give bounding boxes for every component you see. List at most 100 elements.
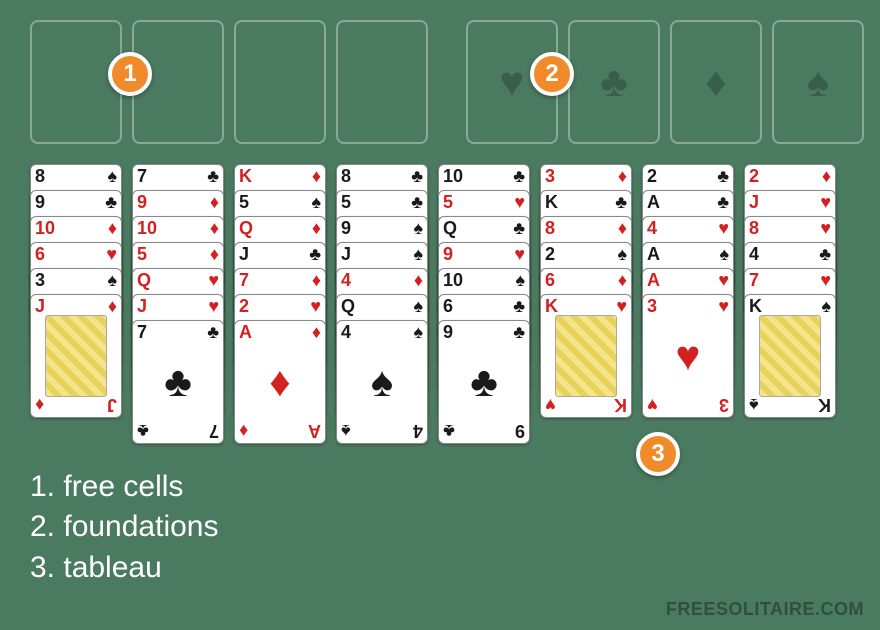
card[interactable]: K♥K♥	[540, 294, 632, 418]
card-suit-icon: ♦	[108, 297, 117, 315]
card-center-pip: ♠	[347, 351, 417, 413]
card-rank: K	[545, 193, 565, 211]
card-rank: 9	[443, 245, 463, 263]
card-rank: 4	[403, 420, 423, 441]
card-suit-icon: ♠	[341, 420, 351, 441]
card-rank: 8	[749, 219, 769, 237]
card-rank: A	[647, 245, 667, 263]
card-rank: 10	[443, 271, 463, 289]
annotation-badge: 3	[636, 432, 680, 476]
card-suit-icon: ♦	[239, 420, 248, 441]
card-suit-icon: ♥	[514, 193, 525, 211]
card-rank: 3	[709, 394, 729, 415]
card-suit-icon: ♥	[106, 245, 117, 263]
card-suit-icon: ♥	[208, 271, 219, 289]
card[interactable]: K♠K♠	[744, 294, 836, 418]
card-rank: Q	[239, 219, 259, 237]
card-suit-icon: ♥	[718, 271, 729, 289]
card-rank: 6	[35, 245, 55, 263]
card-center-pip: ♦	[245, 351, 315, 413]
card-rank: A	[301, 420, 321, 441]
card-rank: Q	[443, 219, 463, 237]
card-suit-icon: ♥	[310, 297, 321, 315]
card-suit-icon: ♣	[717, 193, 729, 211]
card-rank: 5	[137, 245, 157, 263]
card-rank: 9	[35, 193, 55, 211]
legend-item: 2. foundations	[30, 507, 218, 548]
card-suit-icon: ♣	[309, 245, 321, 263]
card-suit-icon: ♠	[311, 193, 321, 211]
card-suit-icon: ♥	[647, 394, 658, 415]
card-center-pip: ♣	[143, 351, 213, 413]
face-card-art	[45, 315, 107, 397]
watermark: FREESOLITAIRE.COM	[666, 599, 864, 620]
card-rank: 9	[137, 193, 157, 211]
card-rank: J	[35, 297, 55, 315]
card-rank: K	[545, 297, 565, 315]
card-suit-icon: ♦	[210, 193, 219, 211]
card-rank: J	[137, 297, 157, 315]
card-suit-icon: ♣	[513, 167, 525, 185]
card[interactable]: 4♠♠4♠	[336, 320, 428, 444]
card[interactable]: 7♣♣7♣	[132, 320, 224, 444]
card-rank: Q	[341, 297, 361, 315]
annotation-badge: 1	[108, 52, 152, 96]
top-row: ♥ ♣ ♦ ♠	[30, 20, 864, 144]
card-suit-icon: ♥	[545, 394, 556, 415]
card-suit-icon: ♥	[514, 245, 525, 263]
card-rank: 5	[239, 193, 259, 211]
card-rank: 6	[443, 297, 463, 315]
card-suit-icon: ♦	[618, 167, 627, 185]
face-card-art	[555, 315, 617, 397]
card-rank: A	[647, 193, 667, 211]
card-suit-icon: ♣	[615, 193, 627, 211]
card-suit-icon: ♠	[107, 167, 117, 185]
card-suit-icon: ♣	[819, 245, 831, 263]
card-rank: 5	[341, 193, 361, 211]
card-rank: 3	[35, 271, 55, 289]
card-suit-icon: ♦	[108, 219, 117, 237]
card-rank: 7	[239, 271, 259, 289]
card-suit-icon: ♦	[210, 219, 219, 237]
card-suit-icon: ♠	[413, 219, 423, 237]
card-suit-icon: ♦	[414, 271, 423, 289]
foundation-suit-icon: ♣	[600, 58, 628, 106]
freecell-slot[interactable]	[336, 20, 428, 144]
card[interactable]: 3♥♥3♥	[642, 294, 734, 418]
card-suit-icon: ♣	[513, 297, 525, 315]
card-rank: 4	[341, 271, 361, 289]
legend-item: 3. tableau	[30, 548, 218, 589]
card-suit-icon: ♠	[617, 245, 627, 263]
foundation-suit-icon: ♠	[807, 58, 829, 106]
card-suit-icon: ♠	[821, 297, 831, 315]
card[interactable]: J ♦ J ♦	[30, 294, 122, 418]
foundation-slot[interactable]: ♦	[670, 20, 762, 144]
card-suit-icon: ♦	[312, 323, 321, 341]
freecell-slot[interactable]	[234, 20, 326, 144]
card-rank: 2	[647, 167, 667, 185]
card-rank: J	[749, 193, 769, 211]
card-rank: Q	[137, 271, 157, 289]
card-suit-icon: ♠	[413, 297, 423, 315]
card-rank: K	[239, 167, 259, 185]
card-suit-icon: ♦	[210, 245, 219, 263]
card-suit-icon: ♣	[411, 167, 423, 185]
card-suit-icon: ♣	[411, 193, 423, 211]
card-rank: 10	[35, 219, 55, 237]
foundation-slot[interactable]: ♠	[772, 20, 864, 144]
card-rank: 7	[137, 167, 157, 185]
foundation-slot[interactable]: ♣	[568, 20, 660, 144]
card-rank: 4	[647, 219, 667, 237]
card-rank: K	[749, 297, 769, 315]
freecell-slot[interactable]	[30, 20, 122, 144]
card-suit-icon: ♣	[207, 323, 219, 341]
card-suit-icon: ♠	[107, 271, 117, 289]
card-suit-icon: ♦	[35, 394, 44, 415]
card-suit-icon: ♦	[618, 271, 627, 289]
card-suit-icon: ♣	[207, 167, 219, 185]
card[interactable]: A♦♦A♦	[234, 320, 326, 444]
foundation-suit-icon: ♥	[500, 58, 525, 106]
card-rank: J	[97, 394, 117, 415]
card[interactable]: 9♣♣9♣	[438, 320, 530, 444]
card-suit-icon: ♥	[616, 297, 627, 315]
